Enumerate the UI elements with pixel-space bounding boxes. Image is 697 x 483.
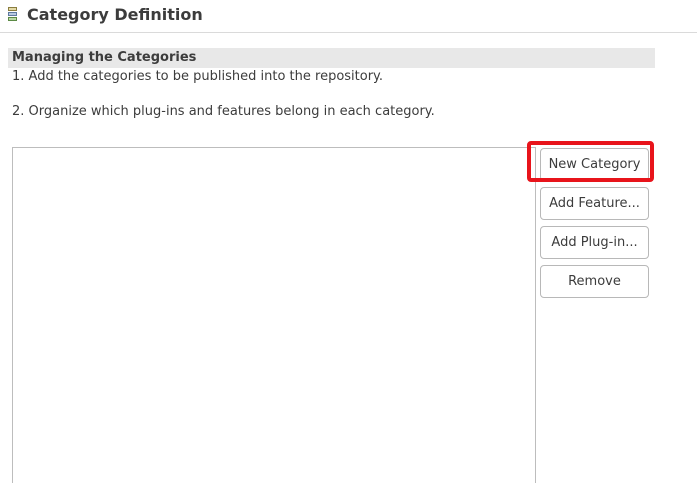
category-definition-editor: Category Definition Managing the Categor… [0,0,697,483]
editor-header: Category Definition [0,0,697,33]
page-title: Category Definition [27,5,203,24]
section-title: Managing the Categories [12,50,197,65]
add-plugin-button[interactable]: Add Plug-in... [540,226,649,259]
instruction-step-1: 1. Add the categories to be published in… [12,69,384,84]
new-category-button[interactable]: New Category [540,148,649,181]
category-definition-icon [8,7,17,22]
remove-button[interactable]: Remove [540,265,649,298]
instruction-step-2: 2. Organize which plug-ins and features … [12,104,435,119]
category-tree[interactable] [12,147,536,483]
add-feature-button[interactable]: Add Feature... [540,187,649,220]
